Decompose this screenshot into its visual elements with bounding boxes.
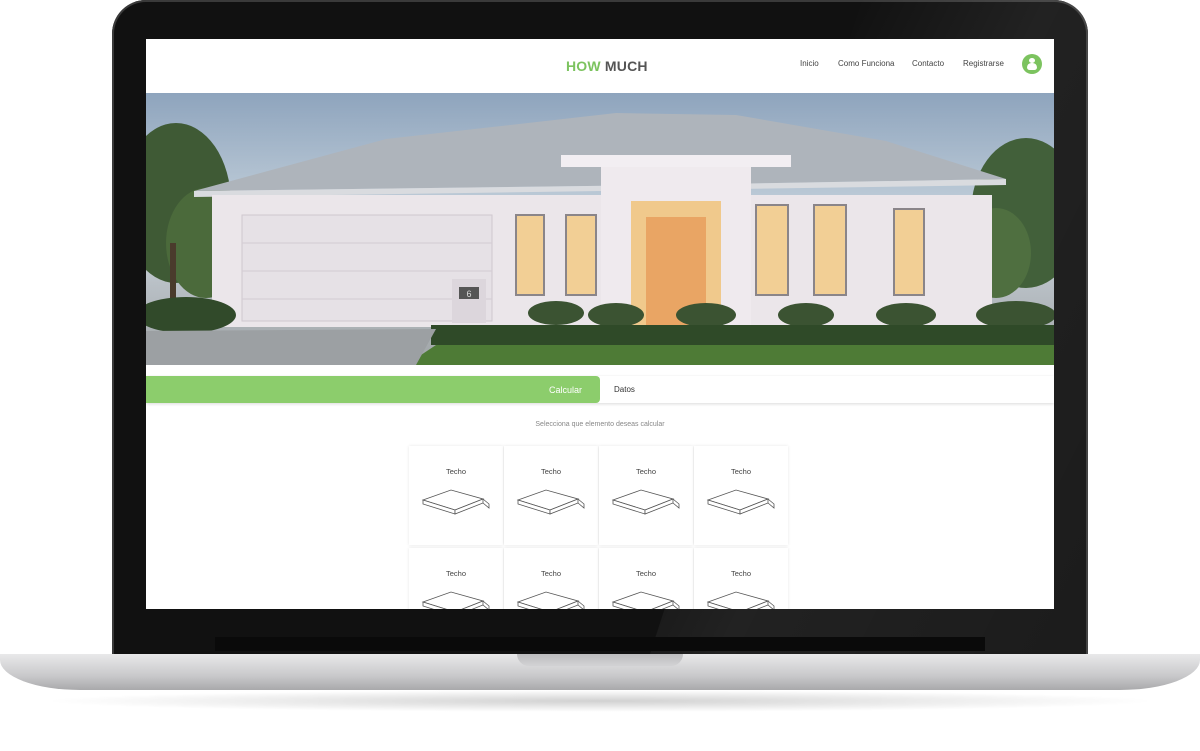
laptop-base-notch bbox=[517, 654, 683, 666]
element-card[interactable]: Techo bbox=[599, 446, 693, 545]
main-nav: Inicio Como Funciona Contacto Registrars… bbox=[146, 59, 1054, 73]
element-card[interactable]: Techo bbox=[409, 548, 503, 609]
element-card[interactable]: Techo bbox=[694, 446, 788, 545]
element-card[interactable]: Techo bbox=[409, 446, 503, 545]
laptop-bezel-bottom bbox=[215, 637, 985, 651]
element-card-label: Techo bbox=[445, 467, 466, 476]
house-number: 6 bbox=[466, 289, 471, 299]
user-button[interactable] bbox=[1022, 54, 1042, 74]
element-card-label: Techo bbox=[635, 467, 656, 476]
element-card[interactable]: Techo bbox=[599, 548, 693, 609]
element-card[interactable]: Techo bbox=[504, 446, 598, 545]
tab-datos[interactable]: Datos bbox=[614, 385, 635, 394]
select-element-prompt: Selecciona que elemento deseas calcular bbox=[535, 421, 665, 428]
element-card-label: Techo bbox=[540, 569, 561, 578]
element-card-label: Techo bbox=[445, 569, 466, 578]
house-illustration: 6 bbox=[146, 113, 1054, 365]
element-card-label: Techo bbox=[540, 467, 561, 476]
element-card[interactable]: Techo bbox=[694, 548, 788, 609]
nav-link-inicio[interactable]: Inicio bbox=[800, 59, 819, 68]
nav-link-como-funciona[interactable]: Como Funciona bbox=[838, 59, 894, 68]
nav-link-contacto[interactable]: Contacto bbox=[912, 59, 944, 68]
calculator-tabs: Calcular Datos bbox=[146, 376, 1054, 403]
hero-carousel: 6 bbox=[146, 93, 1054, 365]
element-card[interactable]: Techo bbox=[504, 548, 598, 609]
laptop-shadow bbox=[40, 690, 1160, 712]
browser-screen: HOW MUCH Inicio Como Funciona Contacto R… bbox=[146, 39, 1054, 609]
element-card-label: Techo bbox=[730, 467, 751, 476]
site-header: HOW MUCH Inicio Como Funciona Contacto R… bbox=[146, 39, 1054, 93]
nav-link-registrarse[interactable]: Registrarse bbox=[963, 59, 1004, 68]
element-card-label: Techo bbox=[635, 569, 656, 578]
tab-calcular[interactable]: Calcular bbox=[146, 376, 600, 403]
element-card-label: Techo bbox=[730, 569, 751, 578]
tab-calcular-label: Calcular bbox=[549, 385, 583, 395]
